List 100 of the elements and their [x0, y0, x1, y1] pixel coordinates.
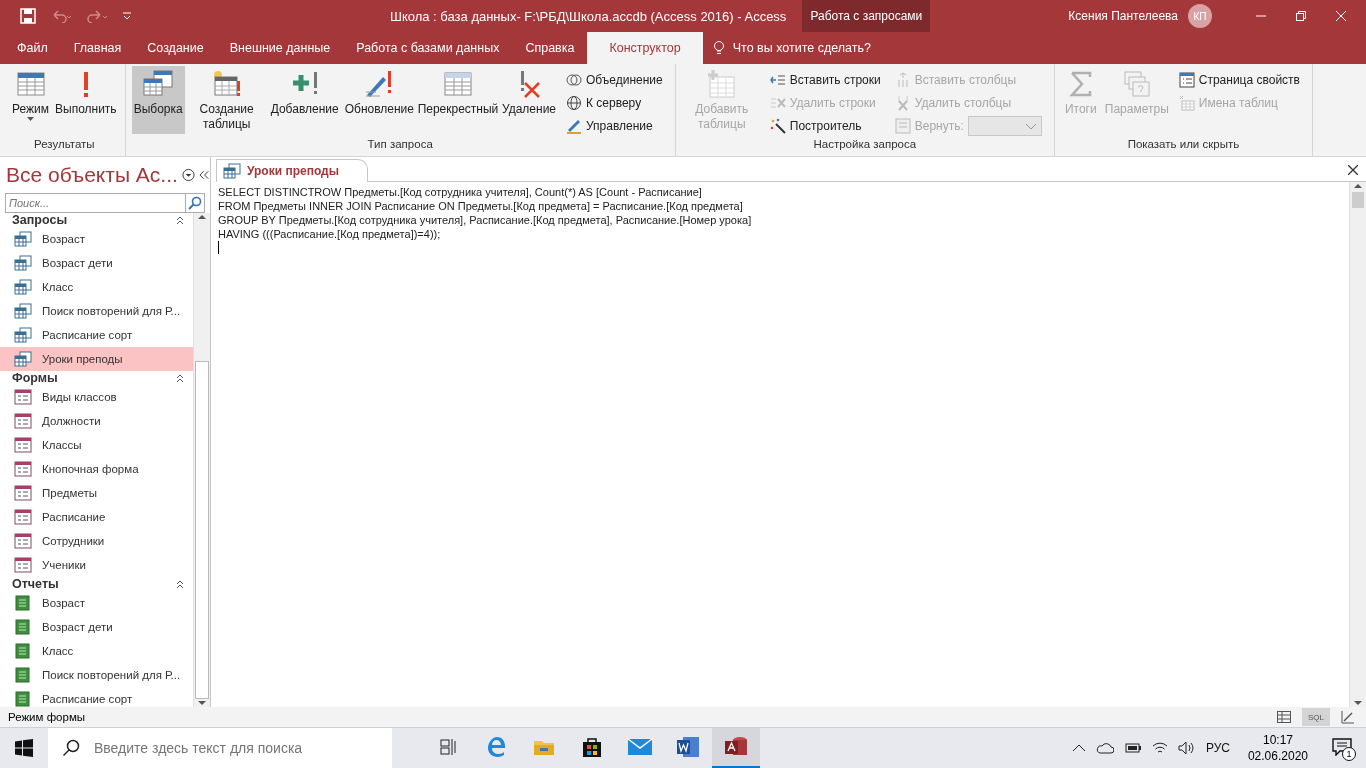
scrollbar[interactable]	[193, 213, 210, 707]
form-icon	[14, 509, 32, 525]
ribbon-button[interactable]: Вставить строки	[767, 70, 883, 90]
taskbar-search-box[interactable]: Введите здесь текст для поиска	[48, 728, 392, 768]
nav-item[interactable]: Виды классов	[0, 385, 193, 409]
dropdown-circle-icon[interactable]	[181, 168, 195, 182]
scroll-up-icon[interactable]	[1353, 182, 1363, 190]
nav-item[interactable]: Поиск повторений для Р...	[0, 299, 193, 323]
ribbon-button[interactable]: Добавление	[268, 66, 341, 134]
form-icon	[14, 389, 32, 405]
ribbon-button[interactable]: Управление	[564, 116, 665, 136]
group-label: Показать или скрыть	[1126, 138, 1241, 152]
ribbon-tab[interactable]: Конструктор	[587, 32, 703, 64]
section-header[interactable]: Запросы	[12, 213, 68, 227]
collapse-section-icon[interactable]	[175, 579, 185, 589]
query-icon	[14, 231, 32, 247]
chevron-up-icon[interactable]	[1071, 744, 1086, 752]
ribbon-button[interactable]: Удаление	[499, 66, 558, 134]
sql-line: HAVING (((Расписание.[Код предмета])=4));	[218, 227, 442, 241]
nav-item[interactable]: Возраст дети	[0, 251, 193, 275]
pencil-ruler-icon	[566, 118, 582, 134]
ribbon-tab[interactable]: Справка	[512, 32, 588, 64]
collapse-icon[interactable]	[198, 170, 210, 180]
store-bag-icon	[580, 735, 604, 759]
envelope-icon	[627, 737, 653, 757]
nav-item[interactable]: Поиск повторений для Р...	[0, 663, 193, 687]
ribbon-button[interactable]: Обновление	[342, 66, 416, 134]
wifi-icon[interactable]	[1151, 741, 1168, 755]
battery-icon[interactable]	[1123, 742, 1142, 754]
taskbar-app[interactable]	[712, 728, 760, 768]
ribbon-tab[interactable]: Создание	[134, 32, 217, 64]
save-icon[interactable]	[20, 8, 36, 24]
collapse-section-icon[interactable]	[175, 373, 185, 383]
group-label: Настройка запроса	[812, 138, 918, 152]
group-label: Результаты	[33, 138, 96, 152]
customize-caret-icon[interactable]	[122, 11, 132, 21]
form-icon	[14, 437, 32, 453]
nav-item[interactable]: Возраст	[0, 227, 193, 251]
restore-icon[interactable]	[1296, 11, 1306, 21]
ribbon-button[interactable]: Режим	[10, 66, 51, 134]
ribbon-tab[interactable]: Работа с базами данных	[343, 32, 513, 64]
nav-item[interactable]: Расписание сорт	[0, 687, 193, 707]
ribbon-tab[interactable]: Файл	[4, 32, 61, 64]
scroll-thumb[interactable]	[195, 361, 209, 699]
task-view-icon	[438, 737, 458, 757]
nav-item[interactable]: Классы	[0, 433, 193, 457]
nav-pane-title[interactable]: Все объекты Ac...	[6, 163, 178, 187]
query-icon	[14, 279, 32, 295]
ribbon-button[interactable]: К серверу	[564, 93, 665, 113]
insert-rows-icon	[769, 72, 786, 88]
ribbon-button[interactable]: Объединение	[564, 70, 665, 90]
collapse-section-icon[interactable]	[175, 215, 185, 225]
nav-item[interactable]: Расписание	[0, 505, 193, 529]
nav-item[interactable]: Уроки преподы	[0, 347, 193, 371]
caret-icon	[27, 117, 34, 121]
nav-item[interactable]: Должности	[0, 409, 193, 433]
delete-rows-icon	[769, 95, 786, 111]
nav-item[interactable]: Расписание сорт	[0, 323, 193, 347]
nav-item[interactable]: Ученики	[0, 553, 193, 577]
nav-item[interactable]: Возраст дети	[0, 615, 193, 639]
ribbon-button[interactable]: Создание таблицы	[186, 66, 267, 134]
circles-icon	[566, 72, 582, 88]
scrollbar[interactable]	[1349, 182, 1366, 707]
cloud-icon[interactable]	[1095, 742, 1114, 754]
ribbon-tab[interactable]: Внешние данные	[216, 32, 344, 64]
wand-icon	[769, 118, 786, 134]
ribbon-tab[interactable]: Главная	[60, 32, 135, 64]
clock[interactable]: 10:17 02.06.2020	[1239, 732, 1316, 764]
nav-item[interactable]: Кнопочная форма	[0, 457, 193, 481]
ribbon-button[interactable]: Выборка	[131, 66, 185, 134]
ribbon-button[interactable]: Перекрестный	[417, 66, 498, 134]
section-header[interactable]: Отчеты	[12, 577, 59, 591]
tell-me-search[interactable]: Что вы хотите сделать?	[732, 41, 871, 55]
search-field[interactable]: Поиск...	[5, 193, 185, 213]
sql-line: FROM Предметы INNER JOIN Расписание ON Предметы.[Код предмета] = Расписание.[Код предмета]	[218, 199, 744, 213]
section-header[interactable]: Формы	[12, 371, 58, 385]
caret-icon	[1024, 122, 1037, 130]
scroll-thumb[interactable]	[1352, 192, 1364, 208]
nav-item[interactable]: Класс	[0, 275, 193, 299]
sql-line: SELECT DISTINCTROW Предметы.[Код сотрудника учителя], Count(*) AS [Count - Расписание]	[218, 185, 703, 199]
notification-count: 1	[1342, 747, 1356, 761]
ribbon-button[interactable]: Страница свойств	[1176, 70, 1302, 90]
table-names-icon	[1178, 95, 1195, 111]
speaker-icon[interactable]	[1177, 741, 1196, 755]
nav-item[interactable]: Класс	[0, 639, 193, 663]
ribbon-button[interactable]: Построитель	[767, 116, 883, 136]
ribbon-button[interactable]: Выполнить	[53, 66, 119, 134]
notifications-button[interactable]: 1	[1326, 732, 1358, 764]
nav-item[interactable]: Предметы	[0, 481, 193, 505]
sql-view-button[interactable]: SQL	[1302, 708, 1330, 726]
taskbar-search-field[interactable]: Введите здесь текст для поиска	[92, 739, 392, 757]
nav-item[interactable]: Сотрудники	[0, 529, 193, 553]
language-indicator[interactable]: РУС	[1205, 741, 1230, 755]
nav-item[interactable]: Возраст	[0, 591, 193, 615]
document-tab[interactable]: Уроки преподы	[216, 159, 368, 182]
search-button[interactable]	[185, 193, 205, 213]
search-icon	[62, 739, 80, 757]
ruler-pencil-icon	[1341, 710, 1355, 724]
query-icon	[223, 163, 241, 179]
close-icon[interactable]	[1348, 165, 1358, 175]
